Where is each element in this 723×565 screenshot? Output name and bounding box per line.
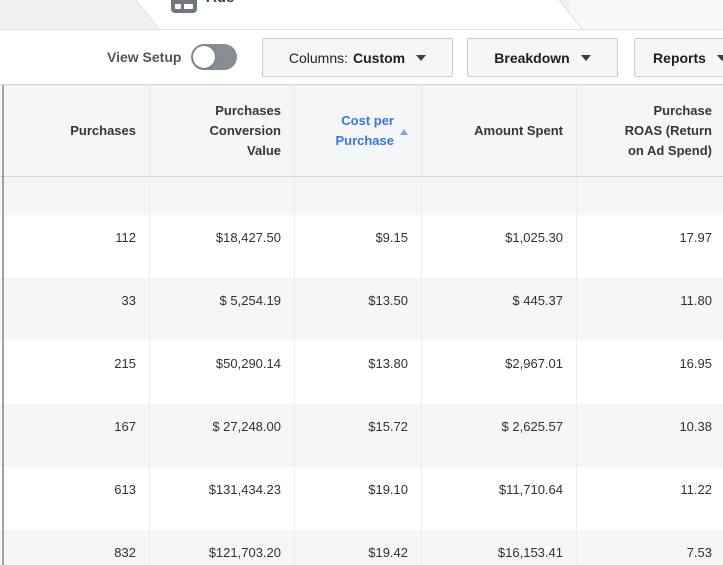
chevron-down-icon (716, 54, 723, 61)
columns-button-value: Custom (353, 49, 406, 66)
cell-amount-spent (422, 177, 577, 215)
tab-bar: Ads (0, 0, 723, 30)
table-header-row: Purchases Purchases Conversion Value Cos… (0, 85, 723, 177)
columns-button-prefix: Columns: (288, 49, 348, 66)
ads-tab-icon (171, 0, 197, 13)
columns-button[interactable]: Columns: Custom (262, 38, 453, 77)
breakdown-button[interactable]: Breakdown (467, 38, 618, 77)
cell-roas: 11.80 (680, 293, 712, 308)
reports-button[interactable]: Reports (634, 38, 723, 77)
cell-cost-per-purchase: $9.15 (295, 215, 422, 278)
cell-purchases: 167 (0, 404, 150, 467)
cell-roas: 16.95 (679, 356, 712, 371)
cell-amount-spent: $ 2,625.57 (422, 404, 577, 467)
tab-bar-background (570, 0, 723, 29)
table-row[interactable]: 613 $131,434.23 $19.10 $11,710.64 11.22 (0, 467, 723, 530)
cell-conversion-value (150, 177, 295, 215)
cell-purchases (0, 177, 150, 215)
cell-purchases: 215 (0, 341, 150, 404)
cell-conversion-value: $50,290.14 (150, 341, 295, 404)
table-row[interactable]: 112 $18,427.50 $9.15 $1,025.30 17.97 (0, 215, 723, 278)
cell-roas: 7.53 (686, 545, 712, 560)
table-row[interactable] (0, 177, 723, 215)
metrics-table: Purchases Purchases Conversion Value Cos… (0, 85, 723, 565)
column-header-purchase-roas[interactable]: Purchase ROAS (Return on Ad Spend) (577, 86, 723, 176)
table-frozen-column-divider (2, 85, 4, 565)
cell-conversion-value: $18,427.50 (150, 215, 295, 278)
cell-purchases: 613 (0, 467, 150, 530)
toolbar: View Setup Columns: Custom Breakdown Rep… (0, 30, 723, 85)
view-setup-toggle[interactable] (191, 44, 237, 70)
cell-amount-spent: $ 445.37 (422, 278, 577, 341)
cell-conversion-value: $ 27,248.00 (150, 404, 295, 467)
column-header-purchases-conversion-value[interactable]: Purchases Conversion Value (150, 86, 295, 176)
table-row[interactable]: 832 $121,703.20 $19.42 $16,153.41 7.53 (0, 530, 723, 565)
sort-ascending-icon (400, 129, 408, 135)
cell-roas: 17.97 (679, 230, 712, 245)
cell-purchases: 832 (0, 530, 150, 565)
view-setup-label: View Setup (107, 49, 182, 65)
active-tab-label[interactable]: Ads (206, 0, 234, 6)
cell-purchases: 112 (0, 215, 150, 278)
chevron-down-icon (580, 54, 591, 61)
cell-roas: 11.22 (680, 482, 712, 497)
cell-amount-spent: $16,153.41 (422, 530, 577, 565)
ads-manager-screen: Ads View Setup Columns: Custom Breakdown… (0, 0, 723, 565)
cell-amount-spent: $1,025.30 (422, 215, 577, 278)
cell-cost-per-purchase: $15.72 (295, 404, 422, 467)
cell-cost-per-purchase: $13.80 (295, 341, 422, 404)
reports-button-label: Reports (653, 49, 706, 66)
cell-cost-per-purchase: $19.10 (295, 467, 422, 530)
column-header-amount-spent[interactable]: Amount Spent (422, 86, 577, 176)
cell-roas (577, 177, 723, 215)
column-header-cost-per-purchase[interactable]: Cost per Purchase (295, 86, 422, 176)
cell-conversion-value: $121,703.20 (150, 530, 295, 565)
cell-cost-per-purchase: $13.50 (295, 278, 422, 341)
cell-amount-spent: $11,710.64 (422, 467, 577, 530)
cell-cost-per-purchase: $19.42 (295, 530, 422, 565)
cell-conversion-value: $131,434.23 (150, 467, 295, 530)
cell-roas: 10.38 (679, 419, 712, 434)
toggle-knob (193, 46, 215, 68)
column-header-purchases[interactable]: Purchases (0, 86, 150, 176)
breakdown-button-label: Breakdown (494, 49, 570, 66)
cell-amount-spent: $2,967.01 (422, 341, 577, 404)
active-tab[interactable] (134, 0, 584, 29)
cell-purchases: 33 (0, 278, 150, 341)
cell-cost-per-purchase (295, 177, 422, 215)
cell-conversion-value: $ 5,254.19 (150, 278, 295, 341)
chevron-down-icon (416, 54, 427, 61)
table-row[interactable]: 215 $50,290.14 $13.80 $2,967.01 16.95 (0, 341, 723, 404)
table-row[interactable]: 33 $ 5,254.19 $13.50 $ 445.37 11.80 (0, 278, 723, 341)
table-row[interactable]: 167 $ 27,248.00 $15.72 $ 2,625.57 10.38 (0, 404, 723, 467)
